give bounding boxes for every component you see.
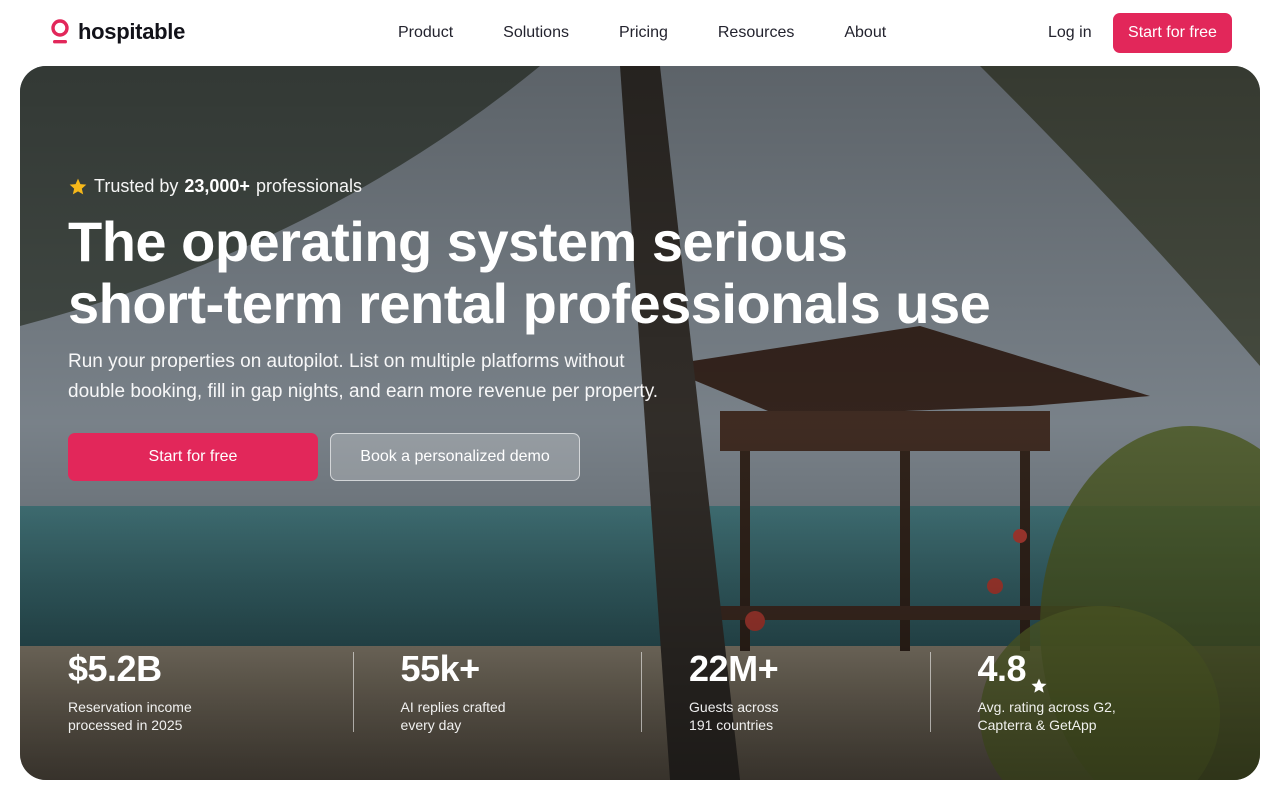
stat-label: AI replies crafted every day bbox=[401, 698, 551, 734]
stat-label-line-1: Reservation income bbox=[68, 699, 192, 715]
stat-value: $5.2B bbox=[68, 648, 162, 689]
hero-headline: The operating system serious short-term … bbox=[68, 210, 991, 335]
trusted-suffix: professionals bbox=[255, 176, 363, 196]
stats-row: $5.2B Reservation income processed in 20… bbox=[68, 648, 1218, 734]
stat-value: 55k+ bbox=[400, 648, 481, 689]
stat-label: Guests across 191 countries bbox=[689, 698, 839, 734]
book-demo-button[interactable]: Book a personalized demo bbox=[330, 433, 580, 481]
main-nav: Product Solutions Pricing Resources Abou… bbox=[398, 22, 886, 44]
stat-label-line-2: 191 countries bbox=[689, 717, 774, 733]
hero-content: Trusted by 23,000+ professionals The ope… bbox=[68, 176, 991, 481]
stat-value-wrap: 4.8 bbox=[977, 648, 1218, 693]
stat-value: 22M+ bbox=[689, 648, 779, 689]
nav-product[interactable]: Product bbox=[398, 22, 453, 44]
hero-cta-row: Start for free Book a personalized demo bbox=[68, 433, 990, 481]
trusted-prefix: Trusted by bbox=[94, 176, 179, 196]
stat-label-line-2: Capterra & GetApp bbox=[977, 717, 1097, 733]
hero-subline: Run your properties on autopilot. List o… bbox=[68, 347, 708, 407]
stat-label-line-2: processed in 2025 bbox=[68, 717, 183, 733]
site-header: hospitable Product Solutions Pricing Res… bbox=[0, 0, 1280, 66]
stat-rating: 4.8 Avg. rating across G2, Capterra & Ge… bbox=[929, 648, 1218, 734]
stat-value: 4.8 bbox=[977, 648, 1027, 689]
stat-label-line-1: Avg. rating across G2, bbox=[977, 699, 1116, 715]
rating-star-icon bbox=[1030, 664, 1048, 693]
star-icon bbox=[68, 177, 88, 197]
trusted-count: 23,000+ bbox=[184, 176, 250, 196]
stat-label: Reservation income processed in 2025 bbox=[68, 698, 218, 734]
brand-name: hospitable bbox=[78, 19, 186, 44]
stat-ai-replies: 55k+ AI replies crafted every day bbox=[352, 648, 641, 734]
stat-label-line-1: AI replies crafted bbox=[400, 699, 506, 715]
stat-label-line-2: every day bbox=[400, 717, 462, 733]
start-free-button[interactable]: Start for free bbox=[68, 433, 318, 481]
nav-solutions[interactable]: Solutions bbox=[503, 22, 569, 44]
subline-line-1: Run your properties on autopilot. List o… bbox=[68, 351, 625, 372]
login-link[interactable]: Log in bbox=[1048, 22, 1092, 44]
nav-about[interactable]: About bbox=[844, 22, 886, 44]
logo-link[interactable]: hospitable bbox=[50, 19, 185, 45]
trusted-badge: Trusted by 23,000+ professionals bbox=[68, 176, 990, 197]
subline-line-2: double booking, fill in gap nights, and … bbox=[68, 381, 659, 402]
headline-line-1: The operating system serious bbox=[68, 210, 848, 273]
stat-reservation-income: $5.2B Reservation income processed in 20… bbox=[68, 648, 353, 734]
stat-label: Avg. rating across G2, Capterra & GetApp bbox=[978, 698, 1128, 734]
hospitable-logo-icon bbox=[50, 19, 70, 45]
nav-pricing[interactable]: Pricing bbox=[619, 22, 668, 44]
headline-line-2: short-term rental professionals use bbox=[68, 272, 991, 335]
hero-section: Trusted by 23,000+ professionals The ope… bbox=[20, 66, 1260, 780]
stat-label-line-1: Guests across bbox=[689, 699, 779, 715]
nav-resources[interactable]: Resources bbox=[718, 22, 794, 44]
header-start-free-button[interactable]: Start for free bbox=[1113, 13, 1232, 53]
stat-guests: 22M+ Guests across 191 countries bbox=[641, 648, 929, 734]
